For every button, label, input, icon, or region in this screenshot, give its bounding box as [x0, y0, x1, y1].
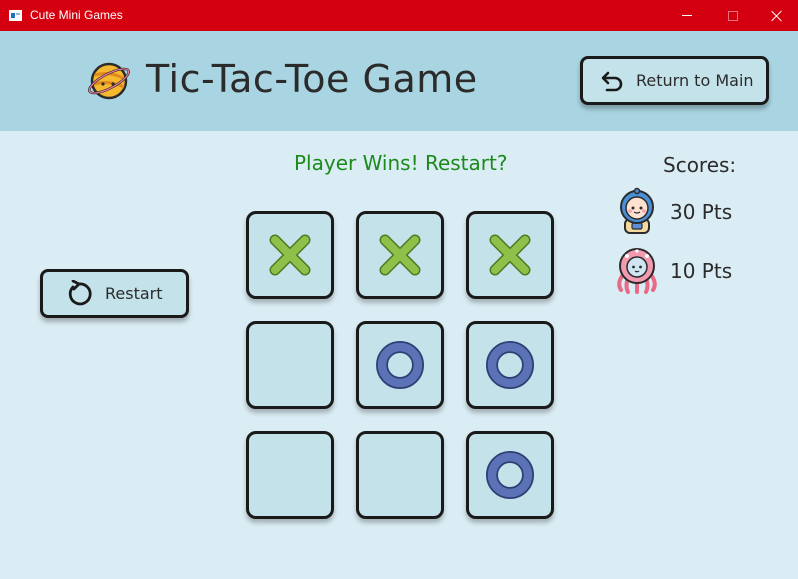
- board-cell-3-2[interactable]: [356, 431, 444, 519]
- page-title: Tic-Tac-Toe Game: [146, 57, 478, 101]
- tic-tac-toe-board: [246, 211, 556, 521]
- astronaut-avatar-icon: [620, 187, 654, 234]
- o-mark-icon: [486, 341, 534, 389]
- board-cell-2-1[interactable]: [246, 321, 334, 409]
- board-cell-3-1[interactable]: [246, 431, 334, 519]
- game-status-message[interactable]: Player Wins! Restart?: [294, 151, 507, 175]
- board-cell-1-3[interactable]: [466, 211, 554, 299]
- minimize-icon: [682, 15, 692, 16]
- planet-icon: [88, 62, 130, 100]
- board-cell-1-1[interactable]: [246, 211, 334, 299]
- opponent-score-value: 10 Pts: [670, 259, 733, 283]
- board-cell-2-3[interactable]: [466, 321, 554, 409]
- board-cell-2-2[interactable]: [356, 321, 444, 409]
- restart-button[interactable]: Restart: [40, 269, 189, 318]
- window-titlebar: Cute Mini Games: [0, 0, 798, 31]
- close-button[interactable]: [754, 0, 798, 31]
- restart-arrow-icon: [68, 279, 92, 305]
- x-mark-icon: [269, 234, 311, 276]
- x-mark-icon: [379, 234, 421, 276]
- return-to-main-label: Return to Main: [636, 71, 754, 90]
- scores-label: Scores:: [663, 153, 737, 177]
- undo-arrow-icon: [601, 71, 623, 91]
- restart-label: Restart: [105, 284, 163, 303]
- board-cell-3-3[interactable]: [466, 431, 554, 519]
- x-mark-icon: [489, 234, 531, 276]
- octopus-avatar-icon: [617, 248, 657, 294]
- player-score-value: 30 Pts: [670, 200, 733, 224]
- maximize-icon: [728, 10, 738, 21]
- score-row-player: 30 Pts: [613, 187, 783, 237]
- window-title: Cute Mini Games: [30, 8, 123, 22]
- board-cell-1-2[interactable]: [356, 211, 444, 299]
- o-mark-icon: [486, 451, 534, 499]
- o-mark-icon: [376, 341, 424, 389]
- app-icon: [9, 10, 22, 21]
- close-icon: [771, 10, 783, 22]
- maximize-button[interactable]: [710, 0, 756, 31]
- minimize-button[interactable]: [664, 0, 710, 31]
- score-row-opponent: 10 Pts: [613, 246, 783, 296]
- header-bar: Tic-Tac-Toe Game Return to Main: [0, 31, 798, 131]
- return-to-main-button[interactable]: Return to Main: [580, 56, 769, 105]
